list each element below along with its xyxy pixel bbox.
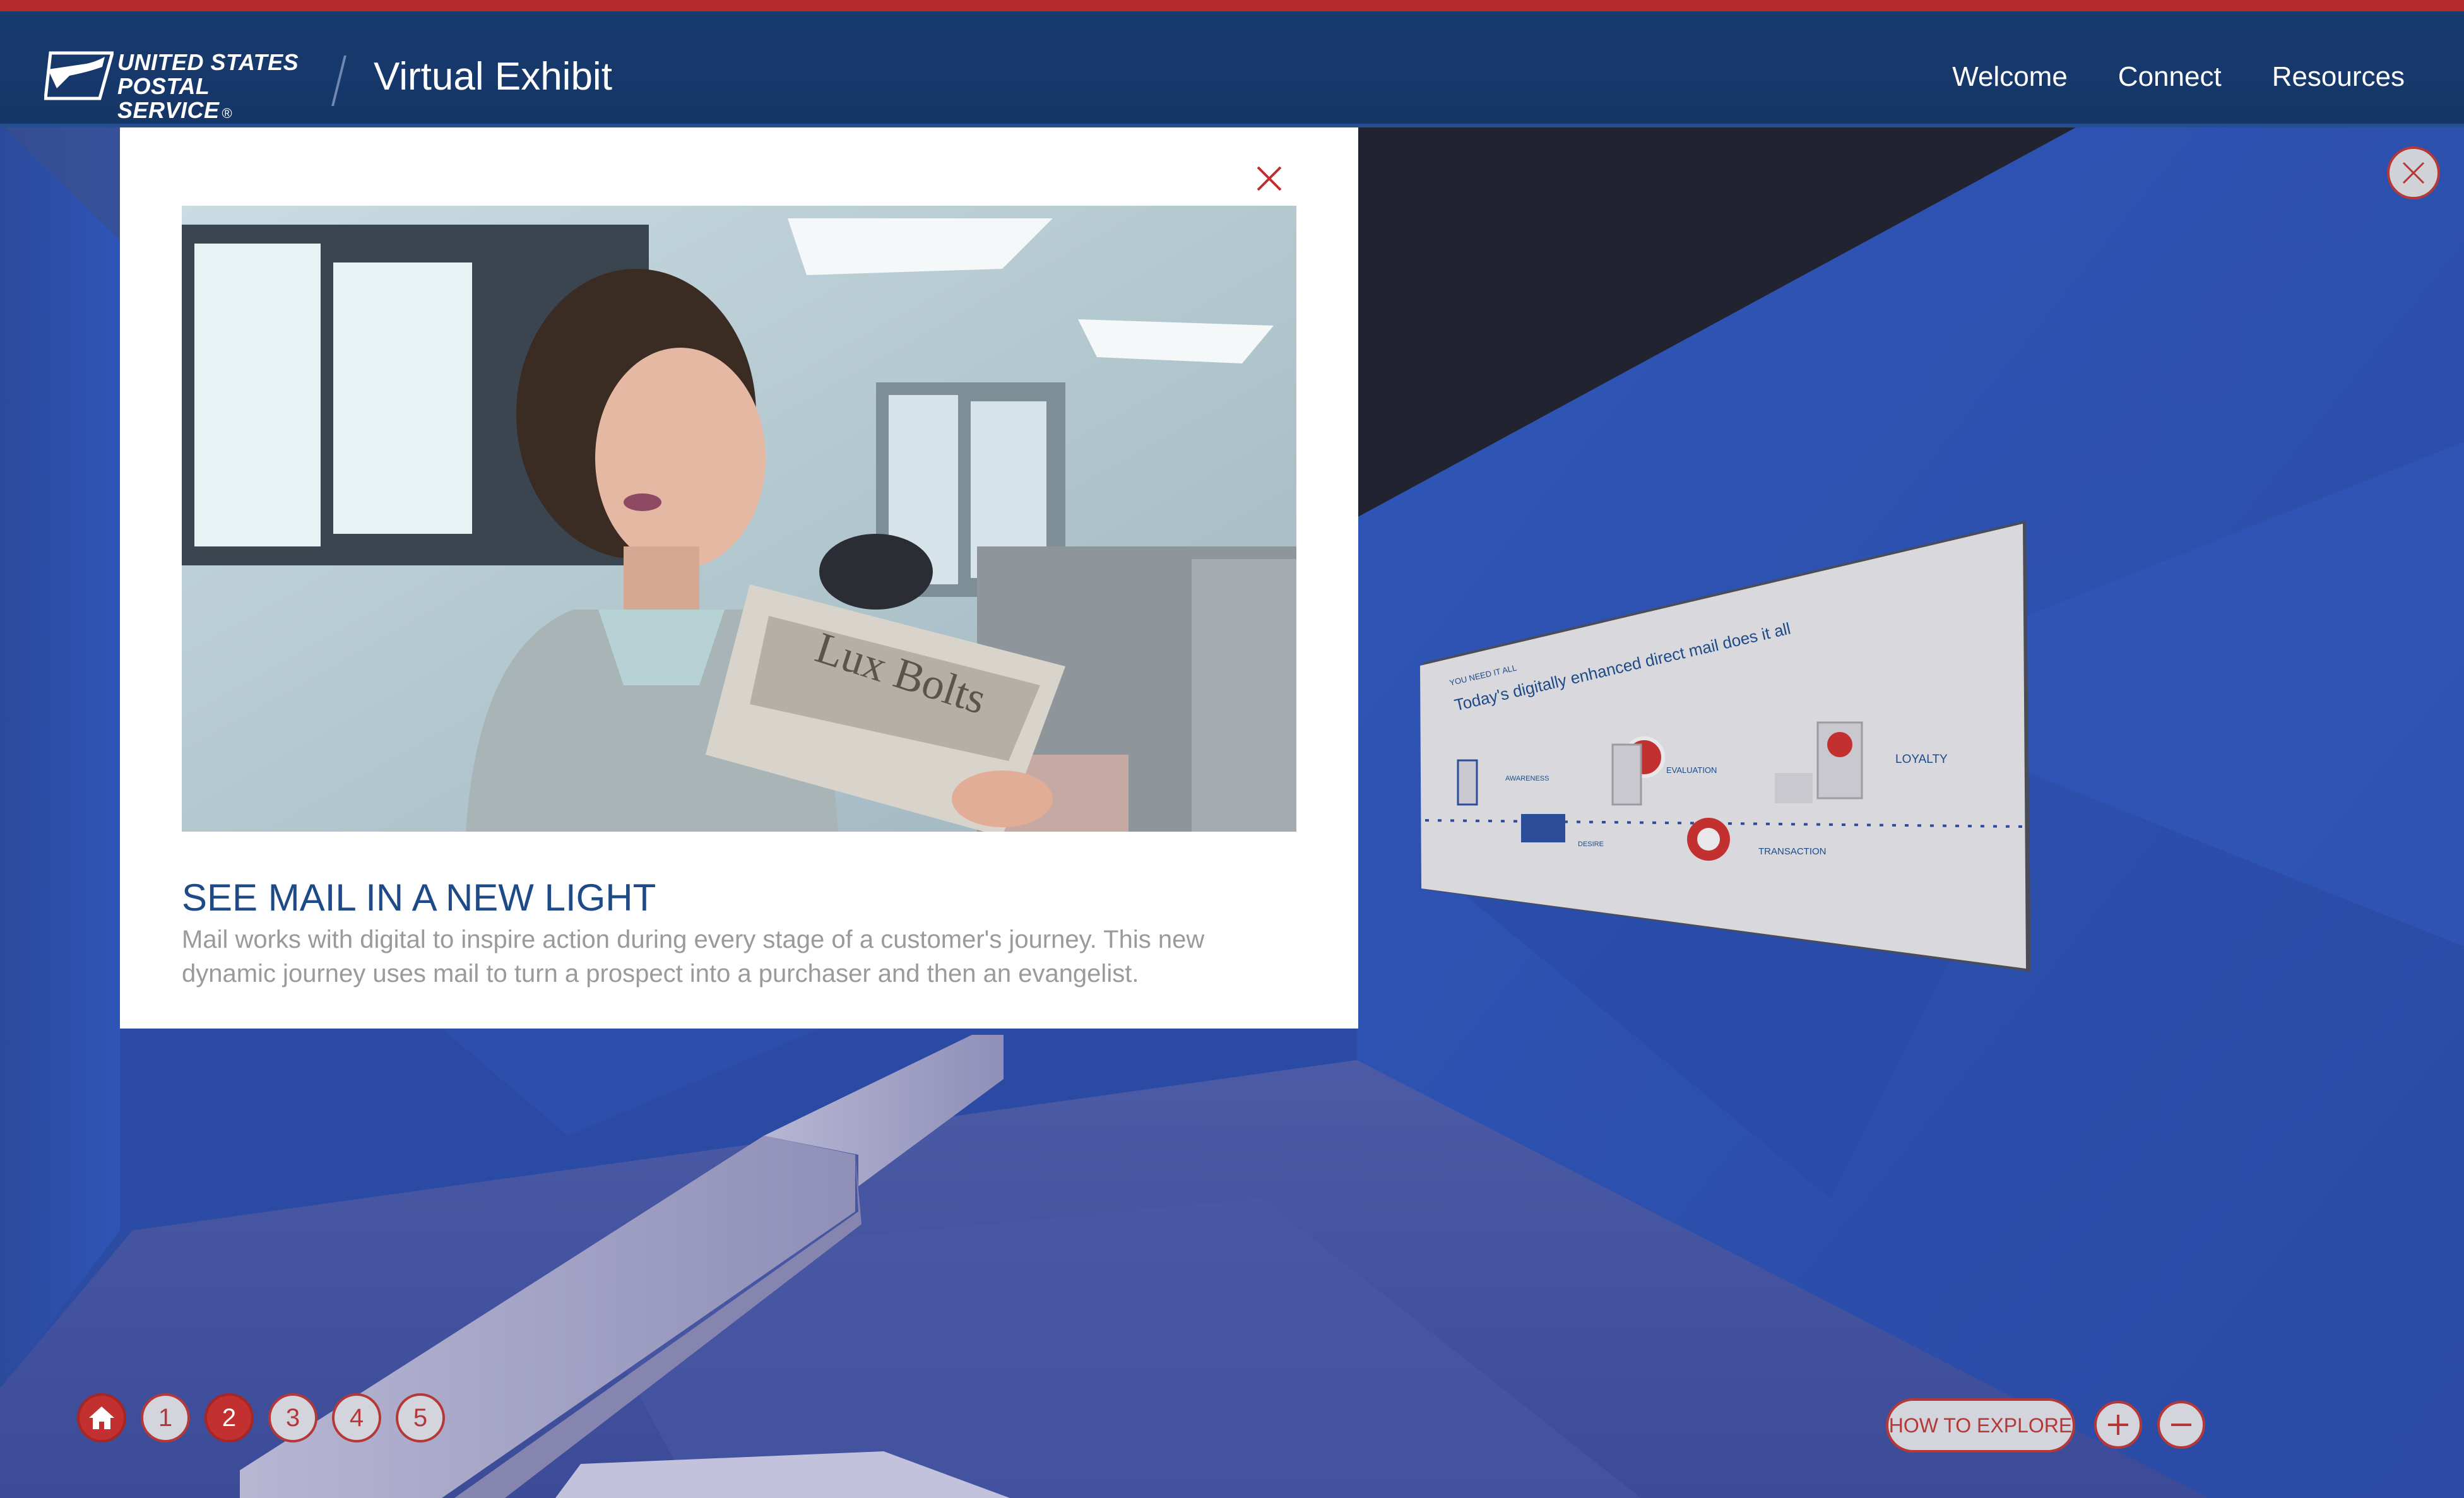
logo-line-1: UNITED STATES: [117, 49, 299, 75]
header-divider: [331, 56, 346, 106]
close-icon: [1257, 166, 1282, 191]
top-accent-bar: [0, 0, 2464, 11]
nav-welcome[interactable]: Welcome: [1952, 57, 2068, 97]
eagle-logo-icon: [44, 51, 114, 100]
site-header: UNITED STATES POSTAL SERVICE ® Virtual Ex…: [0, 11, 2464, 127]
plus-icon: [2108, 1415, 2128, 1435]
home-button[interactable]: [77, 1393, 126, 1442]
how-to-explore-button[interactable]: HOW TO EXPLORE: [1886, 1398, 2075, 1453]
nav-connect[interactable]: Connect: [2118, 57, 2222, 97]
wall-stage-transaction: TRANSACTION: [1758, 846, 1827, 857]
logo-text: UNITED STATES POSTAL SERVICE ®: [117, 50, 322, 126]
zoom-in-button[interactable]: [2094, 1401, 2142, 1449]
tour-stop-nav: 1 2 3 4 5: [77, 1393, 445, 1442]
wall-stage-desire: DESIRE: [1578, 840, 1604, 848]
stop-1-button[interactable]: 1: [141, 1393, 190, 1442]
scene-close-button[interactable]: [2387, 146, 2440, 199]
nav-resources[interactable]: Resources: [2272, 57, 2405, 97]
woman-reading-mail-image: Lux Bolts: [182, 206, 1296, 832]
modal-close-button[interactable]: [1252, 161, 1287, 196]
minus-icon: [2171, 1424, 2191, 1426]
wall-stage-awareness: AWARENESS: [1505, 775, 1549, 782]
stop-4-button[interactable]: 4: [332, 1393, 381, 1442]
top-nav: Welcome Connect Resources: [1952, 57, 2405, 97]
usps-logo[interactable]: UNITED STATES POSTAL SERVICE ®: [44, 44, 322, 122]
zoom-out-button[interactable]: [2157, 1401, 2205, 1449]
app-title: Virtual Exhibit: [374, 55, 612, 98]
wall-stage-evaluation: EVALUATION: [1666, 765, 1717, 775]
modal-description: Mail works with digital to inspire actio…: [182, 926, 1205, 988]
wall-stage-loyalty: LOYALTY: [1895, 753, 1948, 766]
logo-line-2: POSTAL SERVICE: [117, 73, 220, 123]
modal-title: SEE MAIL IN A NEW LIGHT: [182, 876, 656, 919]
stop-3-button[interactable]: 3: [268, 1393, 317, 1442]
logo-registered-mark: ®: [222, 105, 233, 121]
exhibit-detail-modal: Lux Bolts SEE MAIL IN A NEW LIGHT Mail w…: [120, 127, 1358, 1029]
close-icon: [2402, 162, 2425, 184]
stop-5-button[interactable]: 5: [396, 1393, 445, 1442]
home-icon: [89, 1407, 114, 1429]
featured-photo: Lux Bolts: [182, 206, 1296, 832]
stop-2-button[interactable]: 2: [204, 1393, 254, 1442]
